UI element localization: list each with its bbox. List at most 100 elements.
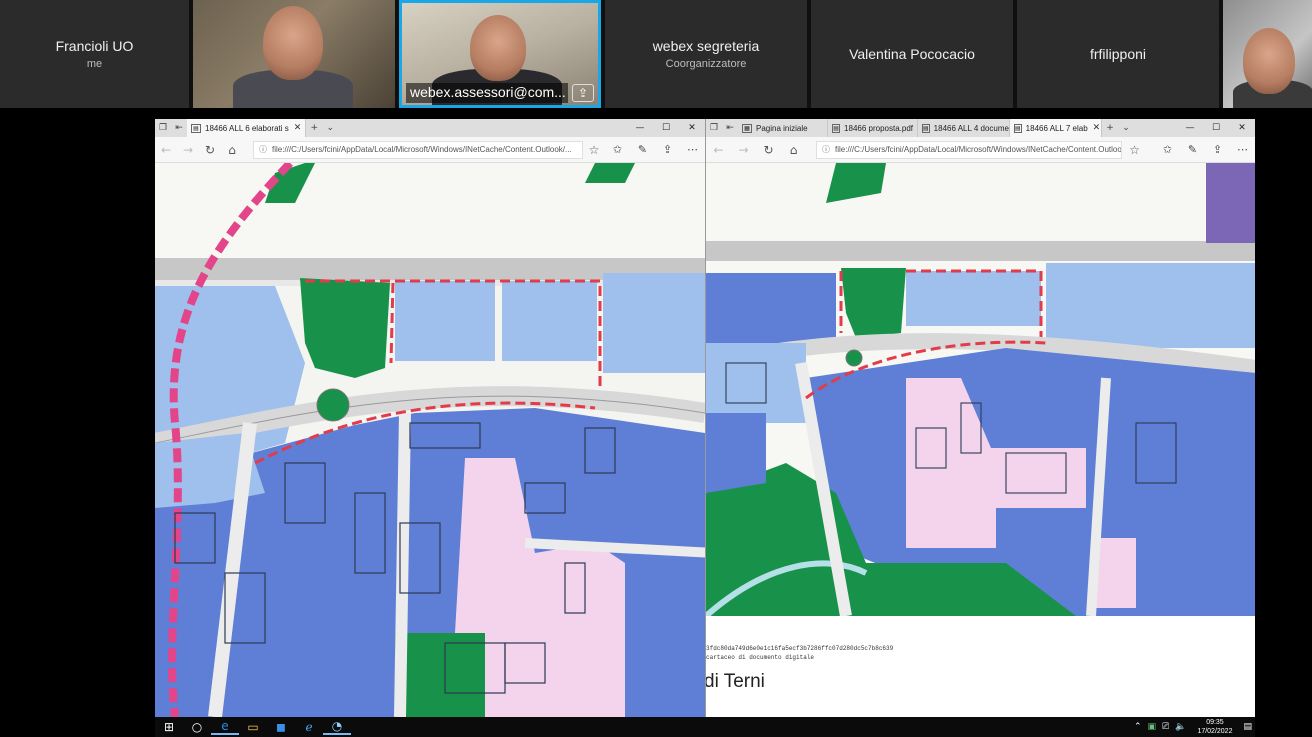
refresh-icon[interactable]: ↻: [756, 143, 781, 157]
person-face: [263, 6, 323, 80]
participant-tile-valentina[interactable]: Valentina Pococacio: [811, 0, 1013, 108]
pdf-icon: ▤: [1014, 123, 1022, 133]
home-icon[interactable]: ⌂: [781, 143, 806, 157]
tab-proposta-pdf[interactable]: ▤ 18466 proposta.pdf: [828, 119, 918, 137]
participant-role: me: [86, 58, 103, 70]
participant-strip: Francioli UO me webex.assessori@com... ⇪…: [0, 0, 1312, 108]
webex-meeting-window: Francioli UO me webex.assessori@com... ⇪…: [0, 0, 1312, 737]
search-icon[interactable]: ○: [183, 720, 211, 734]
favorites-icon[interactable]: ✩: [605, 143, 630, 156]
participant-name: Francioli UO: [55, 38, 134, 54]
windows-taskbar: ⊞ ○ e ▭ ◼ ℯ ◔ ⌃ ▣ ⎚ 🔈 09:35 17/02/2022 ▤: [155, 717, 1255, 737]
more-icon[interactable]: ⋯: [680, 143, 705, 156]
participant-name: Valentina Pococacio: [849, 46, 975, 62]
share-icon[interactable]: ⇪: [1205, 143, 1230, 156]
file-explorer-icon[interactable]: ▭: [239, 720, 267, 734]
system-tray: ⌃ ▣ ⎚ 🔈 09:35 17/02/2022 ▤: [1131, 718, 1255, 736]
tabs-aside-icon[interactable]: ⇤: [722, 123, 738, 133]
info-icon: ⓘ: [822, 145, 830, 154]
tab-pagina-iniziale[interactable]: ▦ Pagina iniziale: [738, 119, 828, 137]
tab-18466-all4[interactable]: ▤ 18466 ALL 4 docume: [918, 119, 1010, 137]
tab-label: 18466 ALL 6 elaborati s: [205, 123, 289, 133]
maximize-icon[interactable]: ☐: [1203, 123, 1229, 133]
clock-time: 09:35: [1206, 719, 1224, 726]
participant-tile-francioli[interactable]: Francioli UO me: [0, 0, 189, 108]
share-icon[interactable]: ⇪: [655, 143, 680, 156]
tab-18466-all7[interactable]: ▤ 18466 ALL 7 elab ✕: [1010, 119, 1102, 137]
windows-start-icon[interactable]: ⊞: [155, 720, 183, 734]
favorite-star-icon[interactable]: ☆: [1122, 143, 1147, 157]
participant-tile-frfilipponi[interactable]: frfilipponi: [1017, 0, 1219, 108]
document-note: cartaceo di documento digitale: [706, 654, 815, 661]
minimize-icon[interactable]: —: [627, 123, 653, 133]
chevron-down-icon[interactable]: ⌄: [1118, 123, 1134, 133]
internet-explorer-icon[interactable]: ℯ: [295, 720, 323, 734]
home-icon[interactable]: ⌂: [221, 143, 243, 157]
forward-icon[interactable]: →: [177, 143, 199, 157]
tab-label: 18466 ALL 4 docume: [933, 123, 1009, 133]
browser-window-right: ❐ ⇤ ▦ Pagina iniziale ▤ 18466 proposta.p…: [705, 119, 1255, 717]
chevron-down-icon[interactable]: ⌄: [322, 123, 338, 133]
url-text: file:///C:/Users/fcini/AppData/Local/Mic…: [272, 145, 572, 154]
document-footer: 3fdc80da749d6e0e1c16fa5ecf3b7286ffc07d28…: [706, 616, 1255, 717]
pdf-icon: ▤: [922, 123, 930, 133]
close-window-icon[interactable]: ✕: [679, 123, 705, 133]
clock[interactable]: 09:35 17/02/2022: [1189, 718, 1240, 736]
outlook-icon[interactable]: ◼: [267, 720, 295, 734]
refresh-icon[interactable]: ↻: [199, 143, 221, 157]
volume-icon[interactable]: 🔈: [1172, 722, 1189, 732]
webex-icon[interactable]: ◔: [323, 719, 351, 735]
clock-date: 17/02/2022: [1197, 728, 1233, 735]
address-bar: ← → ↻ ⌂ ⓘ file:///C:/Users/fcini/AppData…: [706, 137, 1255, 163]
close-window-icon[interactable]: ✕: [1229, 123, 1255, 133]
tab-actions-icon[interactable]: ❐: [706, 123, 722, 133]
maximize-icon[interactable]: ☐: [653, 123, 679, 133]
document-hash: 3fdc80da749d6e0e1c16fa5ecf3b7286ffc07d28…: [706, 645, 894, 652]
active-speaker-label: webex.assessori@com...: [406, 83, 568, 103]
favorites-icon[interactable]: ✩: [1155, 143, 1180, 156]
more-icon[interactable]: ⋯: [1230, 143, 1255, 156]
info-icon: ⓘ: [259, 145, 267, 154]
shared-screen: ❐ ⇤ ▤ 18466 ALL 6 elaborati s ✕ + ⌄ — ☐ …: [155, 119, 1255, 717]
new-tab-icon[interactable]: +: [306, 123, 322, 133]
zoning-map-right: [706, 163, 1255, 616]
participant-role: Coorganizzatore: [665, 58, 747, 70]
url-field[interactable]: ⓘ file:///C:/Users/fcini/AppData/Local/M…: [816, 140, 1122, 159]
chevron-up-icon[interactable]: ⌃: [1131, 722, 1145, 732]
forward-icon[interactable]: →: [731, 143, 756, 157]
pen-icon[interactable]: ✎: [630, 143, 655, 156]
person-face: [470, 15, 526, 81]
participant-name: frfilipponi: [1089, 46, 1147, 62]
participant-video-2[interactable]: [1223, 0, 1312, 108]
zoning-map-left: [155, 163, 705, 717]
tab-18466-all6[interactable]: ▤ 18466 ALL 6 elaborati s ✕: [187, 119, 307, 137]
tray-app-icon[interactable]: ▣: [1145, 722, 1160, 732]
document-city: di Terni: [705, 671, 765, 692]
tab-actions-icon[interactable]: ❐: [155, 123, 171, 133]
share-icon[interactable]: ⇪: [572, 84, 594, 102]
favorite-star-icon[interactable]: ☆: [583, 143, 605, 157]
tabs-aside-icon[interactable]: ⇤: [171, 123, 187, 133]
new-tab-icon[interactable]: +: [1102, 123, 1118, 133]
person-face: [1243, 28, 1295, 94]
participant-video-1[interactable]: [193, 0, 395, 108]
participant-video-active-speaker[interactable]: webex.assessori@com... ⇪: [399, 0, 601, 108]
browser-window-left: ❐ ⇤ ▤ 18466 ALL 6 elaborati s ✕ + ⌄ — ☐ …: [155, 119, 705, 717]
pdf-icon: ▤: [191, 123, 201, 133]
tab-label: Pagina iniziale: [756, 123, 808, 133]
url-field[interactable]: ⓘ file:///C:/Users/fcini/AppData/Local/M…: [253, 140, 583, 159]
edge-icon[interactable]: e: [211, 719, 239, 735]
url-text: file:///C:/Users/fcini/AppData/Local/Mic…: [835, 145, 1122, 154]
minimize-icon[interactable]: —: [1177, 123, 1203, 133]
close-tab-icon[interactable]: ✕: [294, 123, 302, 133]
tab-bar: ❐ ⇤ ▦ Pagina iniziale ▤ 18466 proposta.p…: [706, 119, 1255, 137]
back-icon[interactable]: ←: [706, 143, 731, 157]
network-icon[interactable]: ⎚: [1159, 722, 1172, 732]
notification-icon[interactable]: ▤: [1240, 722, 1255, 732]
tab-label: 18466 proposta.pdf: [844, 123, 913, 133]
pdf-icon: ▤: [832, 123, 841, 133]
participant-tile-webex-segreteria[interactable]: webex segreteria Coorganizzatore: [605, 0, 807, 108]
back-icon[interactable]: ←: [155, 143, 177, 157]
pen-icon[interactable]: ✎: [1180, 143, 1205, 156]
close-tab-icon[interactable]: ✕: [1093, 123, 1101, 133]
